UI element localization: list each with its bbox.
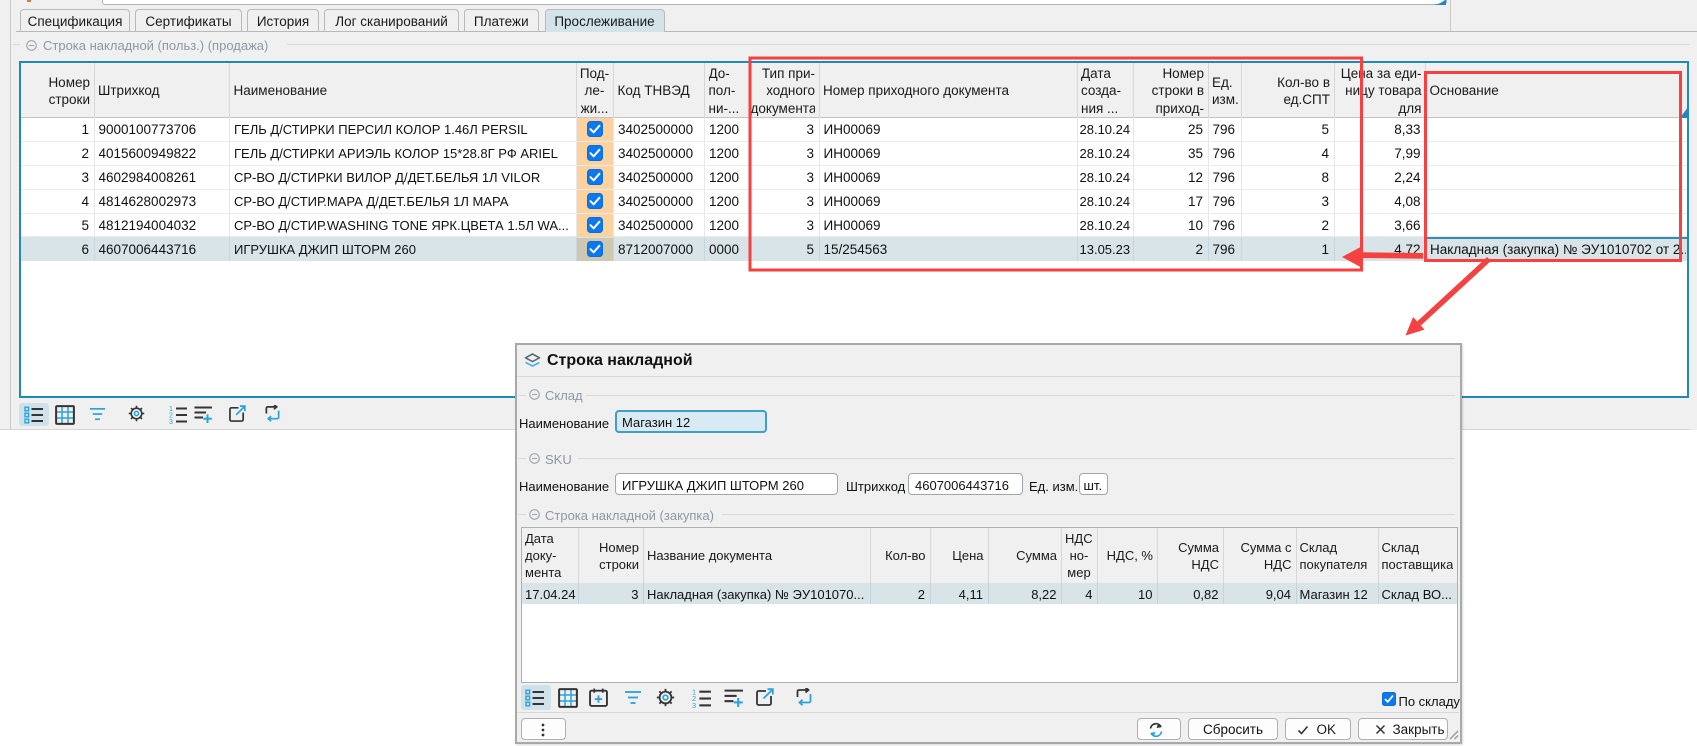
svg-text:3: 3 [169,419,173,424]
svg-text:3: 3 [692,701,696,708]
